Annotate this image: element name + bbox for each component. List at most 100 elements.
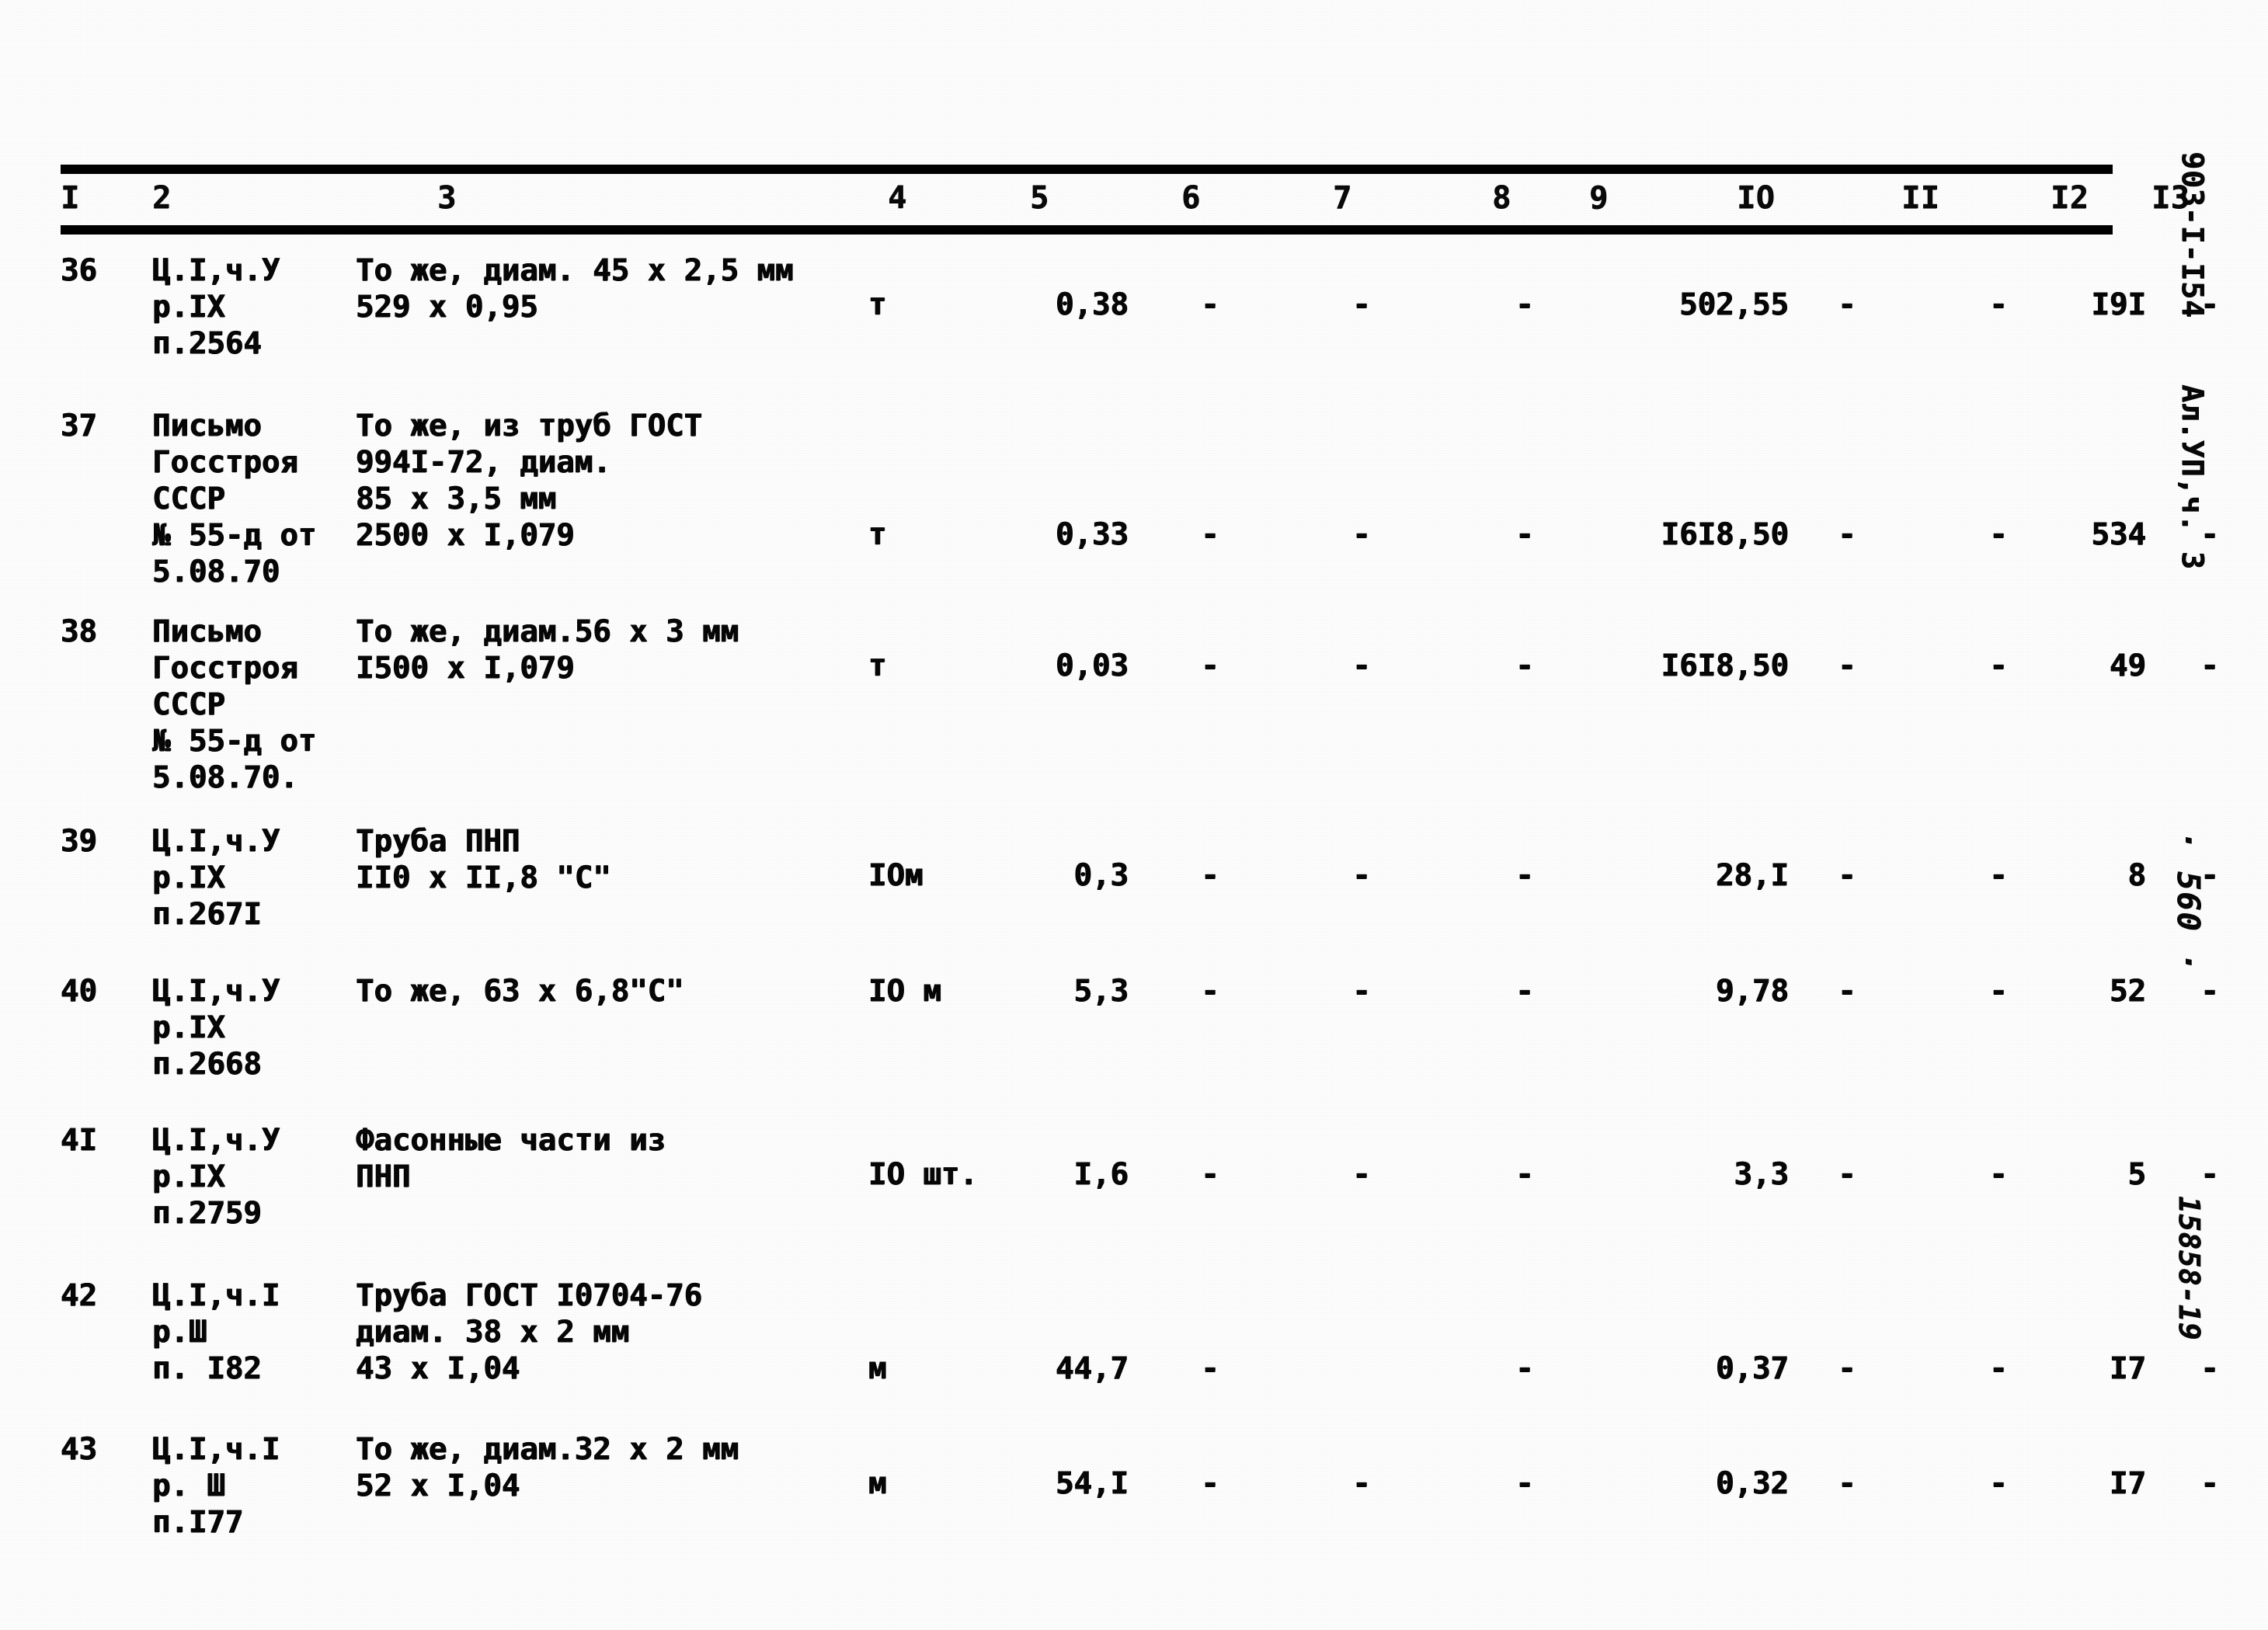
row-col10: - — [1838, 1157, 1856, 1192]
row-col10: - — [1838, 648, 1856, 683]
row-col8: - — [1515, 287, 1534, 322]
row-number: 42 — [61, 1278, 97, 1313]
row-unit: м — [868, 1466, 887, 1501]
row-number: 4I — [61, 1123, 97, 1158]
row-col7: - — [1352, 1466, 1371, 1501]
row-number: 39 — [61, 824, 97, 859]
row-col6: - — [1201, 1351, 1219, 1386]
row-number: 43 — [61, 1432, 97, 1467]
row-col13: - — [2200, 648, 2219, 683]
row-col9: I6I8,50 — [1661, 648, 1789, 683]
column-header-8: 8 — [1492, 180, 1511, 216]
row-col13: - — [2200, 1351, 2219, 1386]
row-col9: 0,37 — [1716, 1351, 1789, 1386]
row-col8: - — [1515, 517, 1534, 552]
row-unit: м — [868, 1351, 887, 1386]
row-col9: I6I8,50 — [1661, 517, 1789, 552]
column-header-11: II — [1901, 180, 1940, 216]
row-col12: I7 — [2110, 1351, 2146, 1386]
table-column-header-row: I 2 3 4 5 6 7 8 9 IO II I2 I3 — [61, 172, 2190, 224]
row-description: То же, диам. 45 x 2,5 мм 529 x 0,95 — [356, 253, 794, 325]
row-justification: Ц.I,ч.У р.IX п.2668 — [152, 974, 280, 1082]
row-col9: 28,I — [1716, 858, 1789, 893]
row-description: Фасонные части из ПНП — [356, 1123, 666, 1194]
row-description: То же, диам.56 x 3 мм I500 x I,079 — [356, 614, 739, 686]
row-col5: 5,3 — [1073, 974, 1129, 1009]
row-description: Труба ПНП II0 x II,8 "С" — [356, 824, 611, 895]
row-description: То же, диам.32 x 2 мм 52 x I,04 — [356, 1432, 739, 1503]
row-col6: - — [1201, 858, 1219, 893]
row-col9: 3,3 — [1734, 1157, 1789, 1192]
row-col6: - — [1201, 517, 1219, 552]
row-col5: I,6 — [1073, 1157, 1129, 1192]
column-header-1: I — [61, 180, 80, 216]
row-number: 38 — [61, 614, 97, 649]
row-col6: - — [1201, 1157, 1219, 1192]
row-col9: 0,32 — [1716, 1466, 1789, 1501]
row-unit: IO м — [868, 974, 941, 1009]
row-col6: - — [1201, 648, 1219, 683]
row-col10: - — [1838, 1351, 1856, 1386]
row-col5: 0,03 — [1056, 648, 1129, 683]
row-description: То же, из труб ГОСТ 994I-72, диам. 85 x … — [356, 408, 703, 553]
column-header-10: IO — [1737, 180, 1776, 216]
row-col7: - — [1352, 517, 1371, 552]
row-col8: - — [1515, 974, 1534, 1009]
row-description: Труба ГОСТ I0704-76 диам. 38 x 2 мм 43 x… — [356, 1278, 703, 1386]
row-justification: Письмо Госстроя СССР № 55-д от 5.08.70. — [152, 614, 317, 795]
document-page: I 2 3 4 5 6 7 8 9 IO II I2 I3 36 Ц.I,ч.У… — [0, 0, 2268, 1630]
row-unit: т — [868, 517, 887, 552]
archive-stamp-vertical: 15858-19 — [2172, 1196, 2206, 1341]
album-reference-vertical: Ал.УП,ч. 3 — [2176, 384, 2210, 570]
row-col6: - — [1201, 1466, 1219, 1501]
row-col13: - — [2200, 974, 2219, 1009]
column-header-5: 5 — [1030, 180, 1049, 216]
page-number-vertical: · 560 · — [2170, 831, 2206, 973]
row-justification: Ц.I,ч.У р.IX п.2759 — [152, 1123, 280, 1231]
row-col10: - — [1838, 858, 1856, 893]
row-col12: 52 — [2110, 974, 2146, 1009]
row-col5: 0,38 — [1056, 287, 1129, 322]
row-col8: - — [1515, 858, 1534, 893]
column-header-12: I2 — [2051, 180, 2089, 216]
row-col12: 5 — [2127, 1157, 2146, 1192]
column-header-2: 2 — [152, 180, 172, 216]
row-col12: I7 — [2110, 1466, 2146, 1501]
document-code-vertical: 903-I-I54 — [2176, 151, 2210, 318]
row-col10: - — [1838, 517, 1856, 552]
row-col13: - — [2200, 1157, 2219, 1192]
row-col6: - — [1201, 287, 1219, 322]
row-col13: - — [2200, 1466, 2219, 1501]
scan-grain-overlay — [0, 0, 2268, 1630]
row-col5: 54,I — [1056, 1466, 1129, 1501]
row-col7: - — [1352, 974, 1371, 1009]
row-col5: 44,7 — [1056, 1351, 1129, 1386]
row-unit: IO шт. — [868, 1157, 978, 1192]
row-unit: IOм — [868, 858, 924, 893]
row-col10: - — [1838, 974, 1856, 1009]
column-header-7: 7 — [1333, 180, 1352, 216]
row-col7: - — [1352, 287, 1371, 322]
row-col6: - — [1201, 974, 1219, 1009]
row-col7: - — [1352, 858, 1371, 893]
row-col7: - — [1352, 1157, 1371, 1192]
column-header-3: 3 — [437, 180, 457, 216]
row-unit: т — [868, 287, 887, 322]
row-col8: - — [1515, 1351, 1534, 1386]
row-description: То же, 63 x 6,8"С" — [356, 974, 684, 1009]
row-unit: т — [868, 648, 887, 683]
row-justification: Ц.I,ч.У р.IX п.267I — [152, 824, 280, 932]
column-header-6: 6 — [1181, 180, 1201, 216]
row-col12: 8 — [2127, 858, 2146, 893]
column-header-9: 9 — [1589, 180, 1609, 216]
row-number: 37 — [61, 408, 97, 443]
row-justification: Ц.I,ч.I р. Ш п.I77 — [152, 1432, 280, 1540]
row-col8: - — [1515, 648, 1534, 683]
row-col10: - — [1838, 287, 1856, 322]
row-col12: 534 — [2091, 517, 2146, 552]
row-col8: - — [1515, 1466, 1534, 1501]
row-col8: - — [1515, 1157, 1534, 1192]
row-justification: Ц.I,ч.I р.Ш п. I82 — [152, 1278, 280, 1386]
row-col7: - — [1352, 648, 1371, 683]
row-col5: 0,3 — [1073, 858, 1129, 893]
